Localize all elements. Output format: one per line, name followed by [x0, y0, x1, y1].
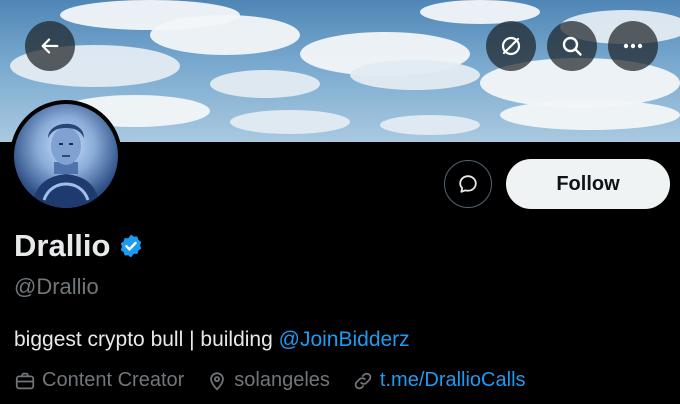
bio-text: biggest crypto bull | building — [14, 328, 279, 351]
more-horizontal-icon — [623, 43, 643, 49]
category-item: Content Creator — [14, 369, 184, 392]
profile-meta: Content Creator solangeles t.me/DrallioC… — [14, 369, 548, 392]
location-pin-icon — [210, 371, 225, 390]
website-item[interactable]: t.me/DrallioCalls — [352, 369, 526, 392]
search-button[interactable] — [547, 21, 597, 71]
briefcase-icon — [15, 372, 35, 389]
grok-button[interactable] — [486, 21, 536, 71]
avatar-image — [14, 104, 118, 208]
link-icon — [354, 372, 372, 389]
website-link[interactable]: t.me/DrallioCalls — [380, 369, 526, 392]
follow-button[interactable]: Follow — [506, 159, 670, 209]
verified-badge-icon[interactable] — [118, 233, 144, 259]
user-handle: @Drallio — [14, 274, 99, 299]
back-button[interactable] — [25, 21, 75, 71]
bio: biggest crypto bull | building @JoinBidd… — [14, 328, 410, 352]
message-button[interactable] — [444, 160, 492, 208]
bio-mention-link[interactable]: @JoinBidderz — [279, 328, 410, 351]
arrow-left-icon — [41, 38, 59, 54]
display-name: Drallio — [14, 228, 111, 263]
category-label: Content Creator — [42, 369, 185, 391]
location-item: solangeles — [206, 369, 330, 392]
search-icon — [562, 36, 582, 56]
location-label: solangeles — [234, 369, 330, 391]
avatar[interactable] — [10, 100, 122, 212]
slash-circle-icon — [501, 36, 521, 56]
more-button[interactable] — [608, 21, 658, 71]
display-name-row: Drallio — [14, 228, 144, 264]
chat-bubble-icon — [459, 175, 477, 193]
